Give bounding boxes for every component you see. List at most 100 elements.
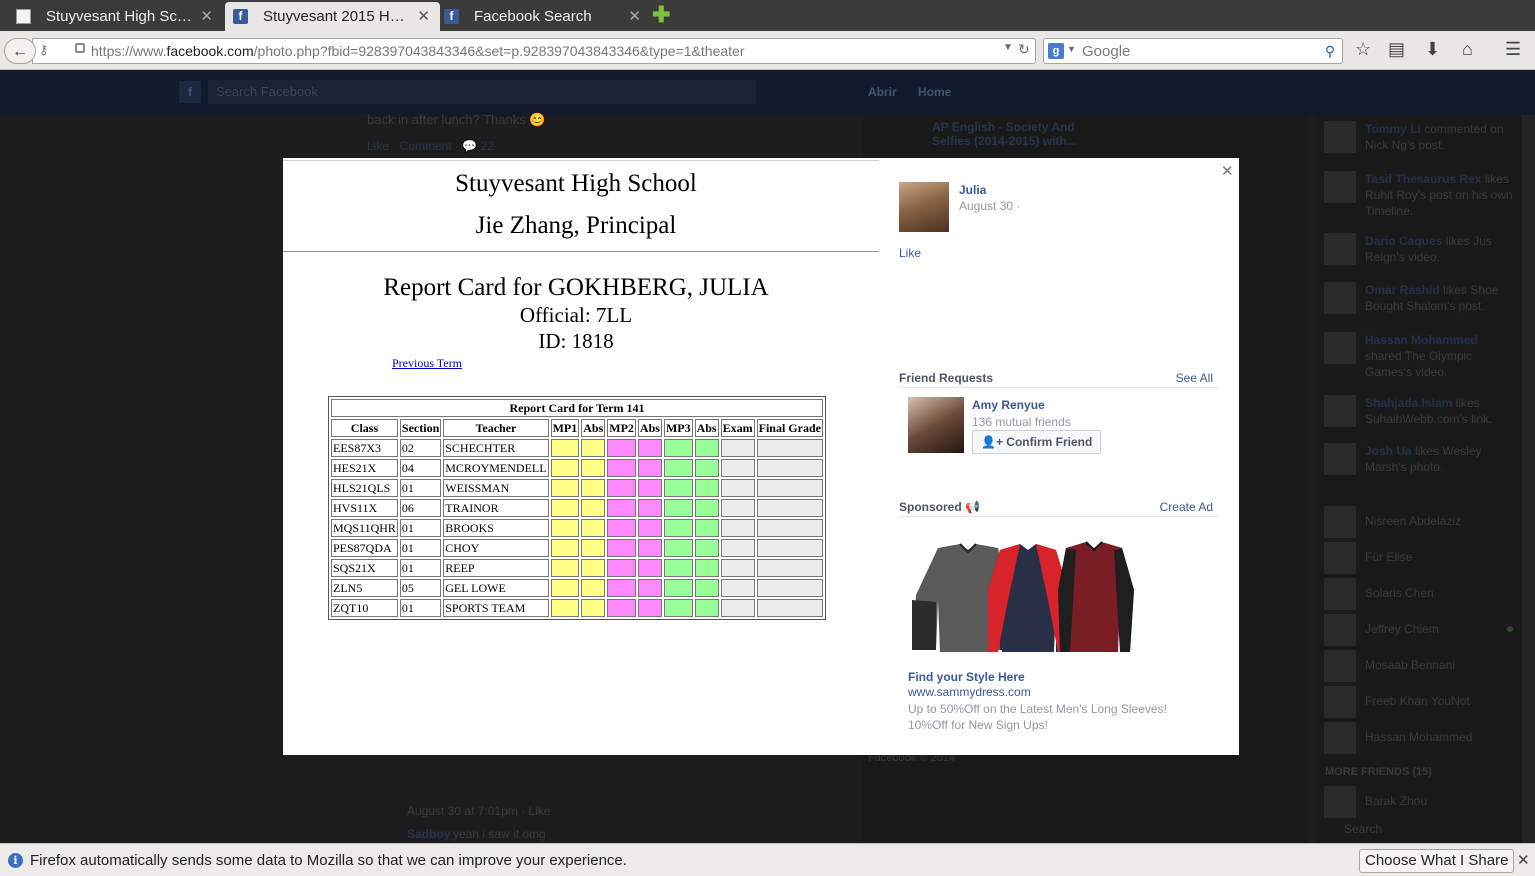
new-tab-icon[interactable]: ✚ <box>652 4 670 26</box>
ad-url[interactable]: www.sammydress.com <box>908 685 1031 699</box>
site-identity-icon[interactable]: ⚷ <box>39 42 49 58</box>
ticker-item[interactable]: Shahjada Islam likes SuhaibWebb.com's li… <box>1324 395 1515 427</box>
grade-cell <box>607 479 636 497</box>
url-bar[interactable]: ⚷ https://www.facebook.com/photo.php?fbi… <box>32 38 1036 64</box>
page-scrollbar[interactable] <box>1522 115 1535 843</box>
ticker-sidebar: Tommy Li commented on Nick Ng's post. Ta… <box>1316 115 1522 843</box>
mutual-friends-count[interactable]: 136 mutual friends <box>972 415 1071 429</box>
chat-contact[interactable]: Freeb Khan YouNot <box>1324 685 1515 719</box>
tab-stuyvesant-2015[interactable]: f Stuyvesant 2015 Ho… ✕ <box>225 2 440 31</box>
grade-cell <box>581 439 606 457</box>
back-button[interactable]: ← <box>4 38 36 64</box>
ticker-item[interactable]: Tommy Li commented on Nick Ng's post. <box>1324 121 1515 153</box>
online-status-icon <box>1507 626 1513 632</box>
url-dropdown-icon[interactable]: ▼ <box>1003 42 1013 53</box>
principal-name: Jie Zhang, Principal <box>475 212 677 239</box>
avatar <box>1324 443 1356 475</box>
column-header: Abs <box>694 419 719 437</box>
cell-class: EES87X3 <box>331 439 398 457</box>
facebook-logo[interactable]: f <box>179 81 201 103</box>
chevron-down-icon[interactable]: ▼ <box>1067 44 1076 54</box>
grade-cell <box>663 499 693 517</box>
grade-cell <box>663 519 693 537</box>
column-header: Final Grade <box>756 419 823 437</box>
search-icon[interactable]: ⚲ <box>1321 42 1339 60</box>
column-header: Class <box>331 419 398 437</box>
cell-section: 01 <box>399 519 442 537</box>
info-icon: i <box>8 853 23 868</box>
column-header: Abs <box>637 419 662 437</box>
grade-cell <box>550 459 580 477</box>
grade-cell <box>694 539 719 557</box>
group-title[interactable]: AP English - Society And Selfies (2014-2… <box>932 120 1082 148</box>
profile-link[interactable]: Abrir <box>868 85 897 99</box>
chat-contact[interactable]: Barak Zhou <box>1324 785 1515 819</box>
avatar <box>1324 233 1356 265</box>
close-tab-icon[interactable]: ✕ <box>417 7 430 25</box>
school-name: Stuyvesant High School <box>455 170 697 197</box>
chat-search-input[interactable]: Search <box>1344 822 1382 836</box>
cell-teacher: SPORTS TEAM <box>443 599 549 617</box>
report-card-photo[interactable]: Stuyvesant High School Jie Zhang, Princi… <box>283 158 879 755</box>
google-icon[interactable]: g <box>1048 43 1064 59</box>
poster-avatar[interactable] <box>899 182 949 232</box>
ad-title[interactable]: Find your Style Here <box>908 670 1025 684</box>
poster-name[interactable]: Julia <box>959 183 986 197</box>
menu-icon[interactable]: ☰ <box>1505 39 1521 60</box>
column-header: Exam <box>720 419 755 437</box>
avatar[interactable] <box>908 397 964 453</box>
create-ad-link[interactable]: Create Ad <box>1160 500 1213 514</box>
post-date[interactable]: August 30 · <box>959 199 1020 213</box>
grade-cell <box>607 439 636 457</box>
tab-stuyvesant-high-school[interactable]: Stuyvesant High Sch… ✕ <box>8 2 223 31</box>
reading-list-icon[interactable]: ▤ <box>1388 39 1405 60</box>
ticker-item[interactable]: Omar Rashid likes Shoe Bought Shalom's p… <box>1324 282 1515 314</box>
search-bar[interactable]: g ▼ Google ⚲ <box>1043 38 1343 64</box>
chat-contact[interactable]: Mosaab Bennani <box>1324 649 1515 683</box>
chat-contact[interactable]: Jeffrey Chiem <box>1324 613 1515 647</box>
student-id: ID: 1818 <box>538 329 614 353</box>
home-link[interactable]: Home <box>918 85 951 99</box>
table-row: EES87X3 02 SCHECHTER <box>331 439 823 457</box>
grade-cell <box>756 599 823 617</box>
see-all-link[interactable]: See All <box>1176 371 1213 385</box>
comment-author[interactable]: Sadboy <box>407 827 450 841</box>
facebook-search-input[interactable]: Search Facebook <box>208 80 756 104</box>
grade-cell <box>756 459 823 477</box>
ticker-item[interactable]: Hassan Mohammed shared The Olympic Games… <box>1324 332 1515 380</box>
grade-cell <box>720 459 755 477</box>
column-header: Abs <box>581 419 606 437</box>
ad-image[interactable] <box>908 540 1137 655</box>
chat-contact[interactable]: Für Elise <box>1324 541 1515 575</box>
friend-request-name[interactable]: Amy Renyue <box>972 398 1045 412</box>
ticker-item[interactable]: Tasif Thesaurus Rex likes Ruhit Roy's po… <box>1324 171 1515 219</box>
confirm-friend-button[interactable]: 👤+ Confirm Friend <box>972 430 1102 454</box>
ticker-item[interactable]: Dario Caques likes Jus Reign's video. <box>1324 233 1515 265</box>
ticker-item[interactable]: Josh Ua likes Wesley Marsh's photo. <box>1324 443 1515 475</box>
post-actions[interactable]: Like · Comment · 💬 22 <box>367 139 494 153</box>
chat-contact[interactable]: Nisreen Abdelaziz <box>1324 505 1515 539</box>
photo-info-panel: Julia August 30 · Like Friend Requests S… <box>879 158 1239 755</box>
column-header: MP3 <box>663 419 693 437</box>
search-input[interactable]: Google <box>1082 43 1130 60</box>
home-icon[interactable]: ⌂ <box>1462 39 1473 60</box>
like-link[interactable]: Like <box>899 246 921 260</box>
close-tab-icon[interactable]: ✕ <box>628 7 641 25</box>
close-tab-icon[interactable]: ✕ <box>200 7 213 25</box>
table-row: MQS11QHR 01 BROOKS <box>331 519 823 537</box>
facebook-icon: f <box>233 9 248 24</box>
reload-icon[interactable]: ↻ <box>1018 41 1030 58</box>
close-icon[interactable]: ✕ <box>1517 851 1530 869</box>
grade-cell <box>637 499 662 517</box>
tab-bar: Stuyvesant High Sch… ✕ f Stuyvesant 2015… <box>0 0 1535 31</box>
table-caption: Report Card for Term 141 <box>331 399 823 417</box>
tab-facebook-search[interactable]: f Facebook Search ✕ <box>436 2 651 31</box>
chat-contact[interactable]: Hassan Mohammed <box>1324 721 1515 755</box>
download-icon[interactable]: ⬇ <box>1425 39 1440 60</box>
bookmark-star-icon[interactable]: ☆ <box>1355 39 1371 60</box>
avatar <box>1324 614 1356 646</box>
table-caption-row: Report Card for Term 141 <box>331 399 823 417</box>
grade-cell <box>663 479 693 497</box>
chat-contact[interactable]: Solaris Chen <box>1324 577 1515 611</box>
choose-what-i-share-button[interactable]: Choose What I Share <box>1359 849 1515 873</box>
